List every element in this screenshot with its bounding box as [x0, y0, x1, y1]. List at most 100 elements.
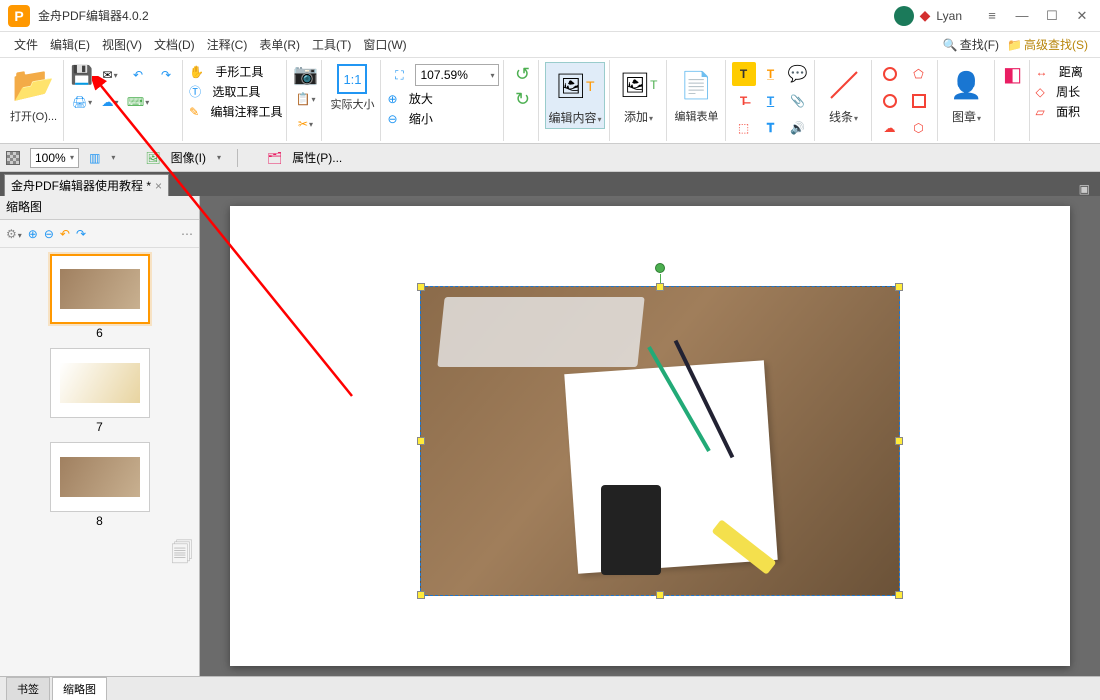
- snapshot-button[interactable]: 📷: [293, 62, 317, 86]
- fit-icon[interactable]: ⛶: [387, 63, 411, 87]
- menu-form[interactable]: 表单(R): [253, 34, 306, 55]
- resize-handle-tm[interactable]: [656, 283, 664, 291]
- circle-icon[interactable]: [878, 89, 902, 113]
- strikeout-icon[interactable]: T̶: [732, 89, 756, 113]
- resize-handle-tl[interactable]: [417, 283, 425, 291]
- lines-button[interactable]: 线条▾: [821, 62, 867, 127]
- image-menu[interactable]: 图像(I): [171, 149, 206, 166]
- grid-toggle[interactable]: [6, 151, 20, 165]
- attach-icon[interactable]: 📎: [786, 89, 810, 113]
- thumb-options-icon[interactable]: ⚙▾: [6, 227, 22, 241]
- minimize-button[interactable]: —: [1012, 8, 1032, 24]
- zoom-percent-select[interactable]: 100% ▾: [30, 148, 79, 168]
- ellipse-icon[interactable]: [878, 62, 902, 86]
- find-button[interactable]: 🔍 查找(F): [939, 36, 1003, 53]
- user-area[interactable]: ◆ Lyan: [894, 6, 962, 26]
- menu-icon[interactable]: ≡: [982, 8, 1002, 24]
- actual-size-button[interactable]: 1:1 实际大小: [328, 62, 376, 114]
- hexagon-icon[interactable]: ⬡: [907, 116, 931, 140]
- copy-pages-icon[interactable]: 🗐: [171, 536, 193, 574]
- save-button[interactable]: 💾: [70, 63, 94, 87]
- selected-image[interactable]: [420, 286, 900, 596]
- zoom-out-icon: ⊖: [387, 112, 397, 126]
- thumb-zoom-out-icon[interactable]: ⊖: [44, 227, 54, 241]
- highlight-text-icon[interactable]: T: [732, 62, 756, 86]
- cloud-shape-icon[interactable]: ☁: [878, 116, 902, 140]
- menu-bar: 文件 编辑(E) 视图(V) 文档(D) 注释(C) 表单(R) 工具(T) 窗…: [0, 32, 1100, 58]
- thumb-rotate-right-icon[interactable]: ↷: [76, 227, 86, 241]
- text-box-icon[interactable]: 𝐓: [759, 116, 783, 140]
- undo-button[interactable]: ↶: [126, 63, 150, 87]
- group-rotate: ↺ ↻: [506, 60, 539, 141]
- resize-handle-tr[interactable]: [895, 283, 903, 291]
- thumbnail-7[interactable]: 7: [40, 348, 160, 434]
- clipboard-button[interactable]: 📋▾: [293, 87, 317, 111]
- canvas[interactable]: [200, 196, 1100, 676]
- resize-handle-bl[interactable]: [417, 591, 425, 599]
- comment-icon[interactable]: 💬: [786, 62, 810, 86]
- thumb-more-icon[interactable]: ⋯: [181, 227, 193, 241]
- resize-handle-bm[interactable]: [656, 591, 664, 599]
- add-button[interactable]: 🖼T 添加▾: [616, 62, 662, 127]
- page-view[interactable]: [230, 206, 1070, 666]
- thumbnails-list[interactable]: 6 7 8 🗐: [0, 248, 199, 676]
- edit-form-button[interactable]: 📄 编辑表单: [673, 62, 721, 126]
- eraser-button[interactable]: ◧: [1001, 62, 1025, 86]
- resize-handle-mr[interactable]: [895, 437, 903, 445]
- document-tab[interactable]: 金舟PDF编辑器使用教程 * ×: [4, 174, 169, 196]
- pentagon-icon[interactable]: ⬠: [907, 62, 931, 86]
- annotation-tool[interactable]: ✎ 编辑注释工具: [189, 102, 282, 121]
- resize-handle-ml[interactable]: [417, 437, 425, 445]
- close-button[interactable]: ✕: [1072, 8, 1092, 24]
- perimeter-button[interactable]: ◇ 周长: [1036, 82, 1083, 101]
- resize-handle-br[interactable]: [895, 591, 903, 599]
- tab-thumbnails[interactable]: 缩略图: [52, 677, 107, 700]
- rect-icon[interactable]: [907, 89, 931, 113]
- menu-file[interactable]: 文件: [8, 34, 44, 55]
- tab-bookmark[interactable]: 书签: [6, 677, 50, 700]
- rotate-ccw-button[interactable]: ↺: [510, 62, 534, 86]
- avatar[interactable]: [894, 6, 914, 26]
- zoom-select[interactable]: 107.59%▾: [415, 64, 499, 86]
- thumbnail-8[interactable]: 8: [40, 442, 160, 528]
- text-select-icon: Ⓣ: [189, 83, 201, 100]
- select-box-icon[interactable]: ⬚: [732, 116, 756, 140]
- zoom-out-button[interactable]: ⊖ 缩小: [387, 109, 499, 128]
- print-button[interactable]: 🖨▾: [70, 90, 94, 114]
- properties-button[interactable]: 属性(P)...: [292, 149, 342, 166]
- crop-button[interactable]: ✂▾: [293, 112, 317, 136]
- redo-button[interactable]: ↷: [154, 63, 178, 87]
- zoom-in-button[interactable]: ⊕ 放大: [387, 89, 499, 108]
- maximize-button[interactable]: ☐: [1042, 8, 1062, 24]
- audio-icon[interactable]: 🔊: [786, 116, 810, 140]
- menu-document[interactable]: 文档(D): [148, 34, 201, 55]
- advanced-find-button[interactable]: 📁 高级查找(S): [1003, 36, 1092, 53]
- scan-button[interactable]: ⌨▾: [126, 90, 150, 114]
- menu-tools[interactable]: 工具(T): [306, 34, 357, 55]
- cloud-button[interactable]: ☁▾: [98, 90, 122, 114]
- thumb-rotate-left-icon[interactable]: ↶: [60, 227, 70, 241]
- rotate-cw-button[interactable]: ↻: [510, 87, 534, 111]
- close-all-tabs[interactable]: ▣: [1073, 182, 1096, 196]
- edit-icon: ✎: [189, 105, 199, 119]
- menu-edit[interactable]: 编辑(E): [44, 34, 96, 55]
- page-layout-icon[interactable]: ▥: [89, 151, 100, 165]
- stamp-button[interactable]: 👤 图章▾: [944, 62, 990, 127]
- open-button[interactable]: 📂 打开(O)...: [8, 62, 59, 126]
- menu-window[interactable]: 窗口(W): [357, 34, 412, 55]
- rotation-handle[interactable]: [655, 263, 665, 273]
- menu-comment[interactable]: 注释(C): [201, 34, 254, 55]
- highlight-area-icon[interactable]: T̲: [759, 62, 783, 86]
- underline-icon[interactable]: T: [759, 89, 783, 113]
- close-tab-icon[interactable]: ×: [155, 179, 162, 193]
- email-button[interactable]: ✉▾: [98, 63, 122, 87]
- menu-view[interactable]: 视图(V): [96, 34, 148, 55]
- edit-content-button[interactable]: 🖼T 编辑内容▾: [545, 62, 604, 129]
- distance-button[interactable]: ↔ 距离: [1036, 62, 1083, 81]
- area-button[interactable]: ▱ 面积: [1036, 102, 1083, 121]
- thumb-zoom-in-icon[interactable]: ⊕: [28, 227, 38, 241]
- hand-tool[interactable]: ✋ 手形工具: [189, 62, 282, 81]
- select-tool[interactable]: Ⓣ 选取工具: [189, 82, 282, 101]
- thumbnail-6[interactable]: 6: [40, 254, 160, 340]
- page-number: 6: [96, 326, 103, 340]
